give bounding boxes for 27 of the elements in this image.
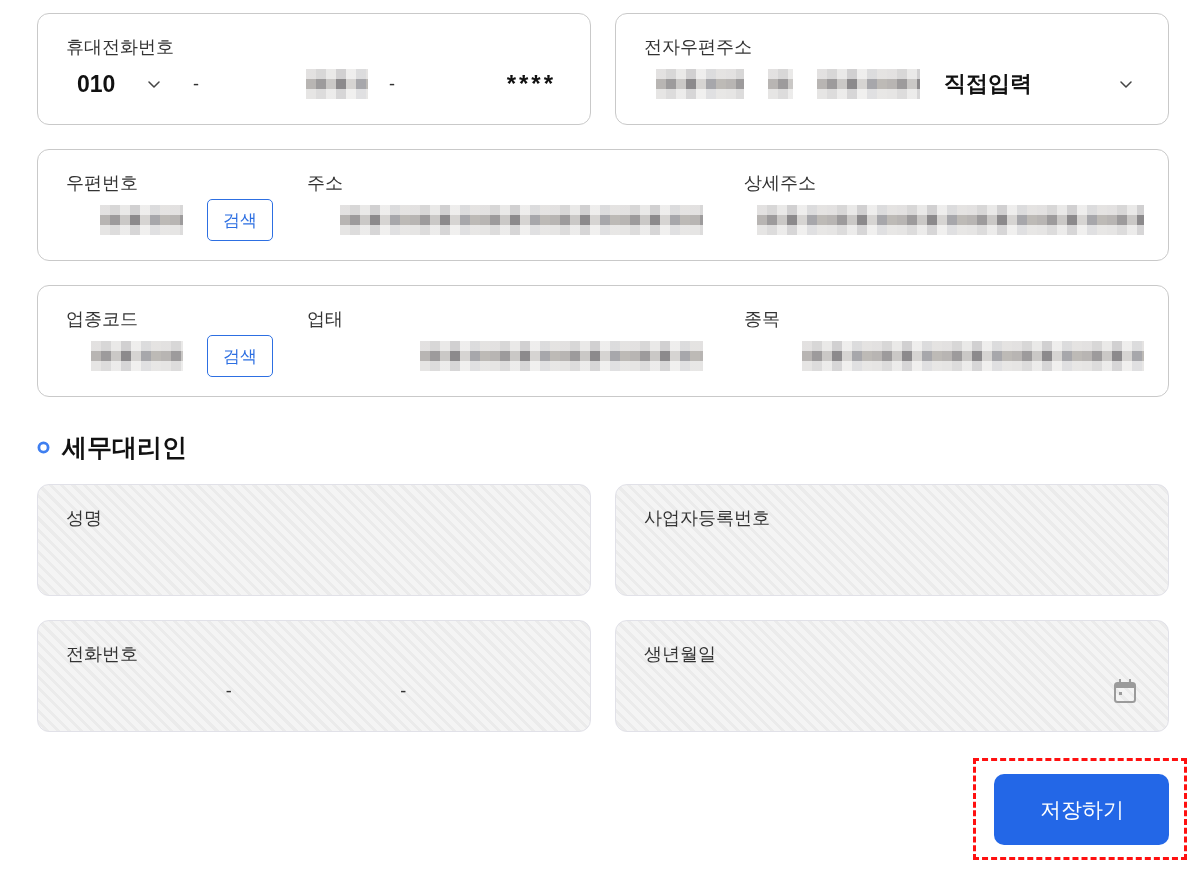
section-title: 세무대리인 bbox=[62, 432, 187, 463]
field-label: 휴대전화번호 bbox=[66, 36, 175, 59]
field-label: 우편번호 bbox=[66, 172, 139, 195]
field-label: 종목 bbox=[744, 308, 781, 331]
area-code-select[interactable]: 010 bbox=[66, 70, 176, 98]
field-label: 상세주소 bbox=[744, 172, 817, 195]
search-button[interactable]: 검색 bbox=[207, 199, 273, 241]
domain-select[interactable]: 직접입력 bbox=[944, 69, 1144, 99]
dash: - bbox=[224, 680, 233, 702]
dash: - bbox=[399, 680, 408, 702]
field-label: 업태 bbox=[307, 308, 344, 331]
chevron-icon bbox=[148, 80, 160, 88]
field-label: 전자우편주소 bbox=[644, 36, 753, 59]
dash: - bbox=[388, 73, 396, 95]
chevron-icon bbox=[1120, 80, 1132, 88]
field-label: 주소 bbox=[307, 172, 344, 195]
ring-icon bbox=[37, 440, 50, 454]
dash: - bbox=[192, 73, 200, 95]
field-label: 업종코드 bbox=[66, 308, 139, 331]
save-button[interactable]: 저장하기 bbox=[994, 774, 1169, 845]
masked-value: **** bbox=[506, 70, 556, 98]
search-button[interactable]: 검색 bbox=[207, 335, 273, 377]
field-label: 성명 bbox=[66, 507, 103, 530]
field-label: 생년월일 bbox=[644, 643, 717, 666]
calendar-icon bbox=[1114, 679, 1136, 703]
field-label: 사업자등록번호 bbox=[644, 507, 771, 530]
field-label: 전화번호 bbox=[66, 643, 139, 666]
